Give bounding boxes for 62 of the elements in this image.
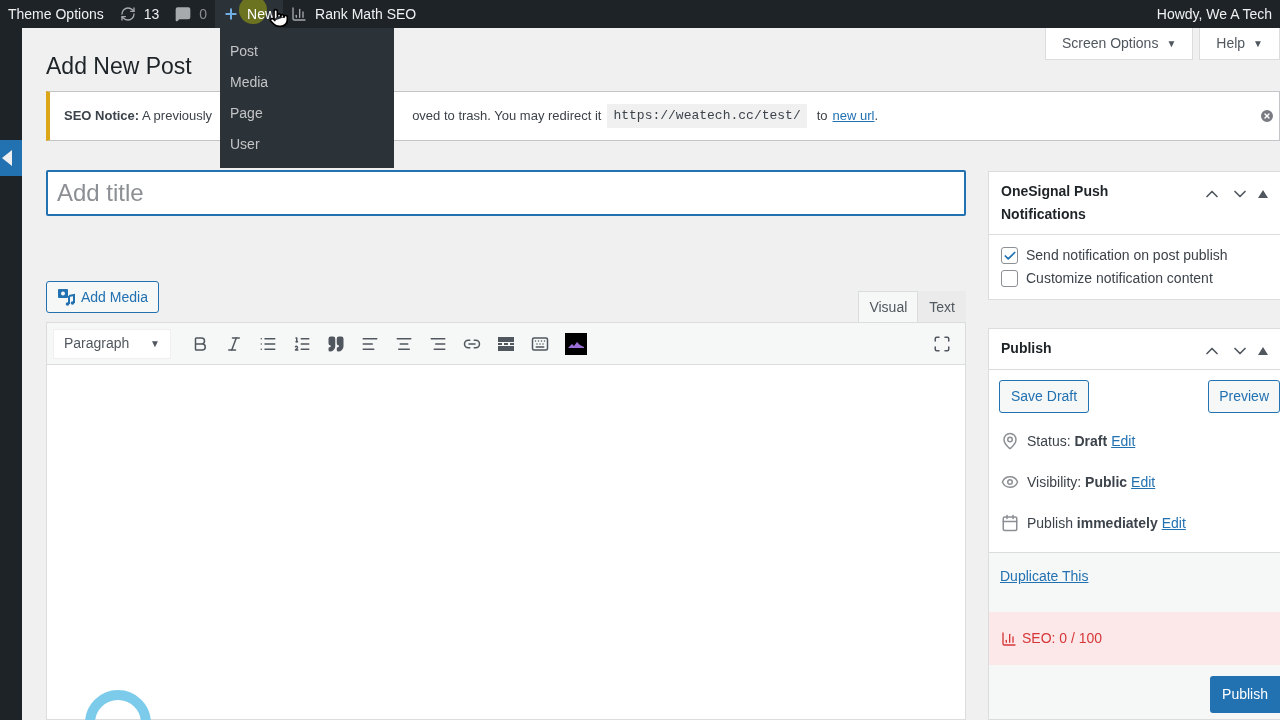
title-field[interactable]: Add title [46, 170, 966, 216]
publish-meta-text: Status: Draft [1027, 431, 1108, 451]
publish-button[interactable]: Publish [1210, 676, 1280, 713]
caret-icon: ▼ [150, 336, 160, 351]
fullscreen-icon[interactable] [933, 334, 951, 353]
menu-item[interactable]: User [220, 129, 394, 160]
help-button[interactable]: Help ▼ [1199, 28, 1280, 60]
image-icon[interactable] [565, 332, 587, 355]
collapse-icon[interactable] [1258, 347, 1268, 355]
chart-icon [291, 6, 308, 22]
menu-item[interactable]: Page [220, 98, 394, 129]
checkbox[interactable] [1001, 270, 1018, 287]
add-media-button[interactable]: Add Media [46, 281, 159, 313]
active-menu-marker[interactable] [0, 140, 22, 176]
seo-score: SEO: 0 / 100 [1022, 629, 1103, 648]
format-select[interactable]: Paragraph ▼ [53, 328, 171, 359]
pointer-notch-icon [0, 150, 12, 166]
notice-text: to [816, 107, 828, 126]
media-icon [57, 288, 75, 306]
admin-bar-item[interactable]: 0 [167, 0, 216, 28]
screen-options-button[interactable]: Screen Options ▼ [1044, 28, 1194, 60]
preview-button[interactable]: Preview [1208, 380, 1280, 413]
edit-link[interactable]: Edit [1131, 471, 1156, 493]
publish-meta-text: Visibility: Public [1027, 472, 1128, 492]
admin-bar-item[interactable]: Rank Math SEO [283, 0, 425, 28]
editor-tab[interactable]: Visual [858, 291, 919, 322]
caret-icon: ▼ [1166, 36, 1177, 51]
pin-icon [1001, 432, 1019, 450]
collapse-icon[interactable] [1258, 190, 1268, 198]
checkbox-label: Send notification on post publish [1026, 246, 1228, 265]
italic-icon[interactable] [225, 334, 243, 353]
admin-bar-item[interactable]: 13 [111, 0, 168, 28]
menu-item[interactable]: Media [220, 67, 394, 98]
notice-text: oved to trash. You may redirect it [412, 107, 602, 126]
edit-link[interactable]: Edit [1161, 512, 1186, 534]
publish-meta-text: Publish immediately [1027, 513, 1158, 533]
url-code: https://weatech.cc/test/ [607, 104, 807, 128]
notice-text: . [874, 107, 879, 126]
refresh-icon [119, 6, 136, 22]
checkbox-label: Customize notification content [1026, 269, 1213, 288]
calendar-icon [1001, 514, 1019, 532]
caret-icon: ▼ [1253, 36, 1263, 51]
chart-icon [1001, 630, 1017, 647]
read-more-icon[interactable] [497, 334, 515, 353]
numbered-list-icon[interactable] [293, 334, 311, 353]
comment-icon [175, 6, 192, 22]
admin-bar-item[interactable]: Theme Options [0, 0, 112, 28]
eye-icon [1001, 473, 1019, 491]
greeting[interactable]: Howdy, We A Tech [1156, 3, 1280, 25]
quote-icon[interactable] [327, 334, 345, 353]
edit-link[interactable]: Edit [1111, 430, 1136, 452]
checkbox[interactable] [1001, 247, 1018, 264]
box-title: Publish [1001, 339, 1053, 358]
editor-tab[interactable]: Text [918, 291, 966, 322]
duplicate-link[interactable]: Duplicate This [989, 553, 1100, 612]
box-title: OneSignal Push Notifications [1001, 182, 1110, 224]
notice-text: SEO Notice: A previously [64, 107, 213, 126]
menu-item[interactable]: Post [220, 36, 394, 67]
save-draft-button[interactable]: Save Draft [999, 380, 1090, 413]
toolbar-toggle-icon[interactable] [531, 334, 549, 353]
dismiss-icon[interactable] [1259, 108, 1275, 124]
page-title: Add New Post [46, 56, 193, 76]
